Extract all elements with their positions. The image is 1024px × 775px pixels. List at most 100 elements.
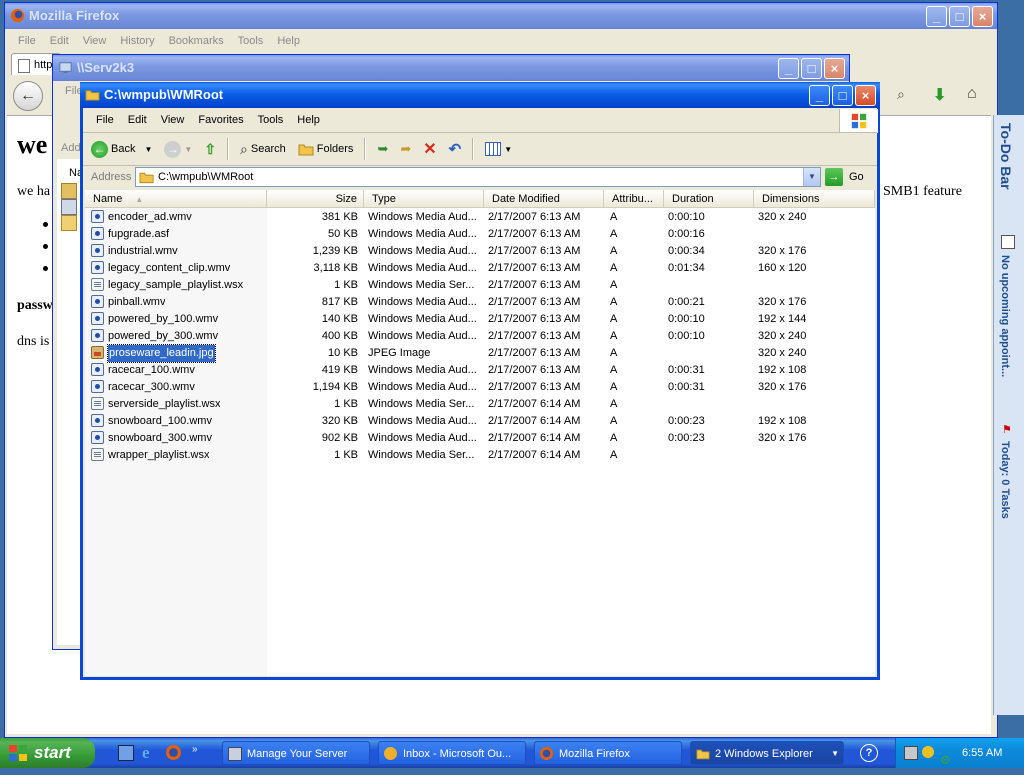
firefox-titlebar[interactable]: Mozilla Firefox _ □ × [5,3,997,29]
undo-button[interactable]: ↶ [445,137,466,161]
file-date: 2/17/2007 6:13 AM [488,381,581,393]
firefox-minimize-button[interactable]: _ [926,6,947,27]
firefox-menu-history[interactable]: History [113,31,161,51]
firefox-menu-view[interactable]: View [76,31,114,51]
tray-messenger-icon[interactable] [922,746,934,758]
address-field[interactable]: C:\wmpub\WMRoot ▼ [135,167,821,187]
firefox-search-go-button[interactable]: ⌕ [897,86,915,104]
firefox-menu-edit[interactable]: Edit [43,31,76,51]
file-dims: 320 x 240 [758,347,807,359]
taskbar-button-firefox[interactable]: Mozilla Firefox [534,741,682,765]
file-date: 2/17/2007 6:13 AM [488,211,581,223]
page-dns-text: dns is [17,334,50,349]
explorer-menu-help[interactable]: Help [290,110,327,130]
forward-button[interactable]: → ▼ [160,137,196,161]
quick-launch-firefox-icon[interactable] [166,745,181,760]
clock: 6:55 AM [962,747,1003,759]
file-row[interactable]: snowboard_300.wmv 902 KB Windows Media Aud… [85,430,875,447]
column-header-size[interactable]: Size [267,190,364,208]
file-row[interactable]: fupgrade.asf 50 KB Windows Media Aud... 2/1… [85,226,875,243]
file-size: 140 KB [321,313,358,325]
column-header-duration[interactable]: Duration [664,190,754,208]
firefox-menu-file[interactable]: File [11,31,43,51]
file-type: Windows Media Aud... [368,262,477,274]
serv2k3-minimize-button[interactable]: _ [778,58,799,79]
file-list[interactable]: Name ▲ Size Type Date Modified Attribu..… [85,190,875,676]
firefox-menu-tools[interactable]: Tools [231,31,271,51]
explorer-close-button[interactable]: × [855,85,876,106]
address-dropdown-button[interactable]: ▼ [803,168,820,186]
quick-launch-desktop-icon[interactable] [118,745,134,761]
file-size: 817 KB [321,296,358,308]
delete-button[interactable]: ✕ [419,137,440,161]
file-row[interactable]: wrapper_playlist.wsx 1 KB Windows Media Se… [85,447,875,464]
column-header-name[interactable]: Name ▲ [85,190,267,208]
explorer-maximize-button[interactable]: □ [832,85,853,106]
firefox-menu-bookmarks[interactable]: Bookmarks [162,31,231,51]
file-row[interactable]: legacy_content_clip.wmv 3,118 KB Windows M… [85,260,875,277]
tray-network-icon[interactable] [904,746,918,760]
column-header-dimensions[interactable]: Dimensions [754,190,875,208]
file-row[interactable]: racecar_100.wmv 419 KB Windows Media Aud..… [85,362,875,379]
file-size: 1,194 KB [312,381,358,393]
taskbar-button-outlook[interactable]: Inbox - Microsoft Ou... [378,741,526,765]
file-row[interactable]: pinball.wmv 817 KB Windows Media Aud... 2/1… [85,294,875,311]
search-button[interactable]: ⌕ Search [236,137,290,161]
help-icon[interactable]: ? [860,744,878,762]
explorer-menu-file[interactable]: File [89,110,121,130]
file-row[interactable]: industrial.wmv 1,239 KB Windows Media Aud.… [85,243,875,260]
file-row[interactable]: snowboard_100.wmv 320 KB Windows Media Aud… [85,413,875,430]
column-header-attributes[interactable]: Attribu... [604,190,664,208]
firefox-maximize-button[interactable]: □ [949,6,970,27]
serv2k3-maximize-button[interactable]: □ [801,58,822,79]
explorer-window: C:\wmpub\WMRoot _ □ × File Edit View Fav… [80,82,880,680]
file-row[interactable]: racecar_300.wmv 1,194 KB Windows Media Aud… [85,379,875,396]
column-header-type[interactable]: Type [364,190,484,208]
firefox-back-button[interactable]: ← [13,81,43,111]
file-row[interactable]: encoder_ad.wmv 381 KB Windows Media Aud...… [85,209,875,226]
address-value: C:\wmpub\WMRoot [158,171,254,183]
file-row[interactable]: powered_by_100.wmv 140 KB Windows Media Au… [85,311,875,328]
file-row[interactable]: powered_by_300.wmv 400 KB Windows Media Au… [85,328,875,345]
blank-page-icon [18,59,30,73]
tray-update-icon[interactable]: ⚙ [940,745,951,775]
start-button[interactable]: start [0,738,95,768]
file-row[interactable]: serverside_playlist.wsx 1 KB Windows Media… [85,396,875,413]
serv2k3-close-button[interactable]: × [824,58,845,79]
taskbar-button-explorer-group[interactable]: 2 Windows Explorer ▼ [690,741,844,765]
go-button[interactable]: → Go [825,167,865,187]
file-attr: A [610,347,618,359]
explorer-menu-favorites[interactable]: Favorites [191,110,250,130]
file-name: powered_by_300.wmv [108,330,219,342]
file-attr: A [610,398,618,410]
media-file-icon [91,261,104,274]
up-folder-button[interactable]: ⇧ [200,137,220,161]
explorer-titlebar[interactable]: C:\wmpub\WMRoot _ □ × [80,82,880,108]
toolbar-separator [472,138,475,160]
todo-bar-title[interactable]: To-Do Bar [998,123,1014,190]
file-row[interactable]: legacy_sample_playlist.wsx 1 KB Windows Me… [85,277,875,294]
folders-button[interactable]: Folders [294,137,358,161]
explorer-menu-tools[interactable]: Tools [251,110,291,130]
page-bullet [43,222,48,227]
quick-launch-ie-icon[interactable]: e [142,743,150,763]
explorer-menu-view[interactable]: View [154,110,192,130]
quick-launch-more-icon[interactable]: » [192,744,198,755]
copy-to-button[interactable]: ➦ [396,137,415,161]
explorer-menu-edit[interactable]: Edit [121,110,154,130]
explorer-minimize-button[interactable]: _ [809,85,830,106]
move-to-button[interactable]: ➥ [373,137,392,161]
views-button[interactable]: ▼ [481,137,516,161]
serv2k3-titlebar[interactable]: \\Serv2k3 _ □ × [53,55,849,81]
file-size: 1 KB [334,398,358,410]
file-size: 320 KB [321,415,358,427]
firefox-home-button[interactable]: ⌂ [967,85,985,103]
back-button[interactable]: ← Back ▼ [87,137,156,161]
firefox-menu-help[interactable]: Help [270,31,307,51]
file-row[interactable]: proseware_leadin.jpg 10 KB JPEG Image 2/17/… [85,344,875,363]
media-file-icon [91,244,104,257]
firefox-close-button[interactable]: × [972,6,993,27]
firefox-download-button[interactable]: ⬇ [933,85,951,104]
column-header-date[interactable]: Date Modified [484,190,604,208]
taskbar-button-manage-server[interactable]: Manage Your Server [222,741,370,765]
